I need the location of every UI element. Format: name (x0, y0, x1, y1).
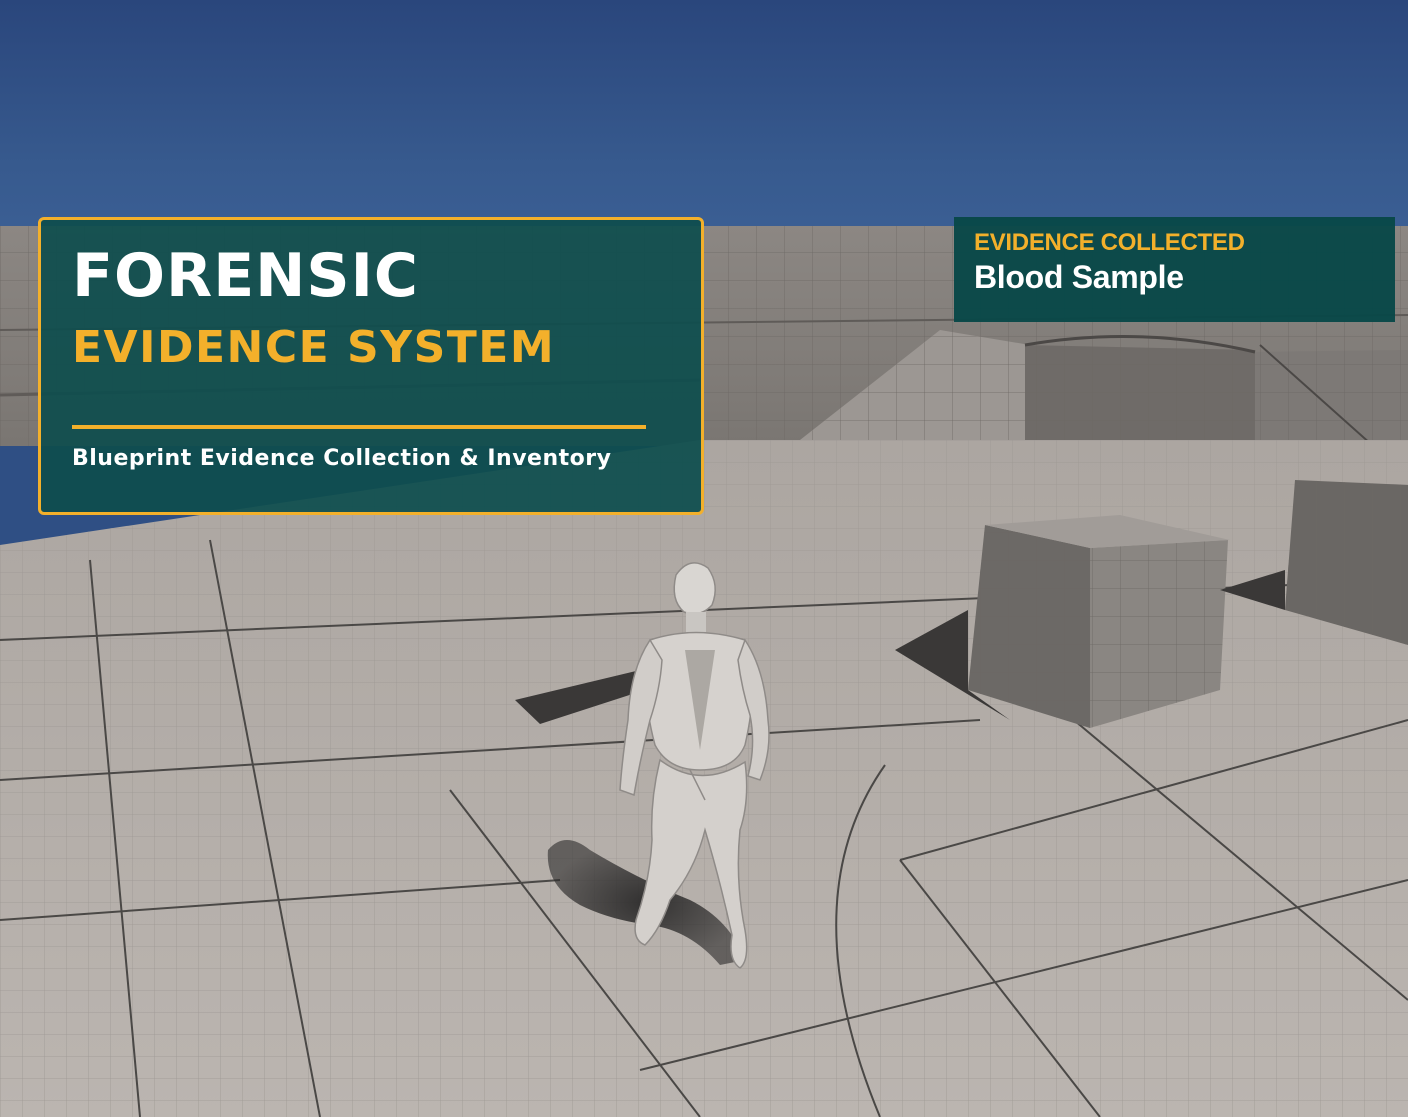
level-geometry (0, 226, 1408, 1117)
caption-text: Blueprint Evidence Collection & Inventor… (72, 446, 612, 471)
title-text: FORENSIC (72, 241, 419, 311)
evidence-collected-notification: EVIDENCE COLLECTED Blood Sample (954, 217, 1395, 322)
title-divider (72, 425, 646, 429)
game-viewport: FORENSIC EVIDENCE SYSTEM Blueprint Evide… (0, 0, 1408, 1117)
notification-heading: EVIDENCE COLLECTED (974, 229, 1245, 256)
subtitle-text: EVIDENCE SYSTEM (72, 322, 556, 373)
title-card: FORENSIC EVIDENCE SYSTEM Blueprint Evide… (38, 217, 704, 515)
evidence-item-name: Blood Sample (974, 259, 1184, 295)
